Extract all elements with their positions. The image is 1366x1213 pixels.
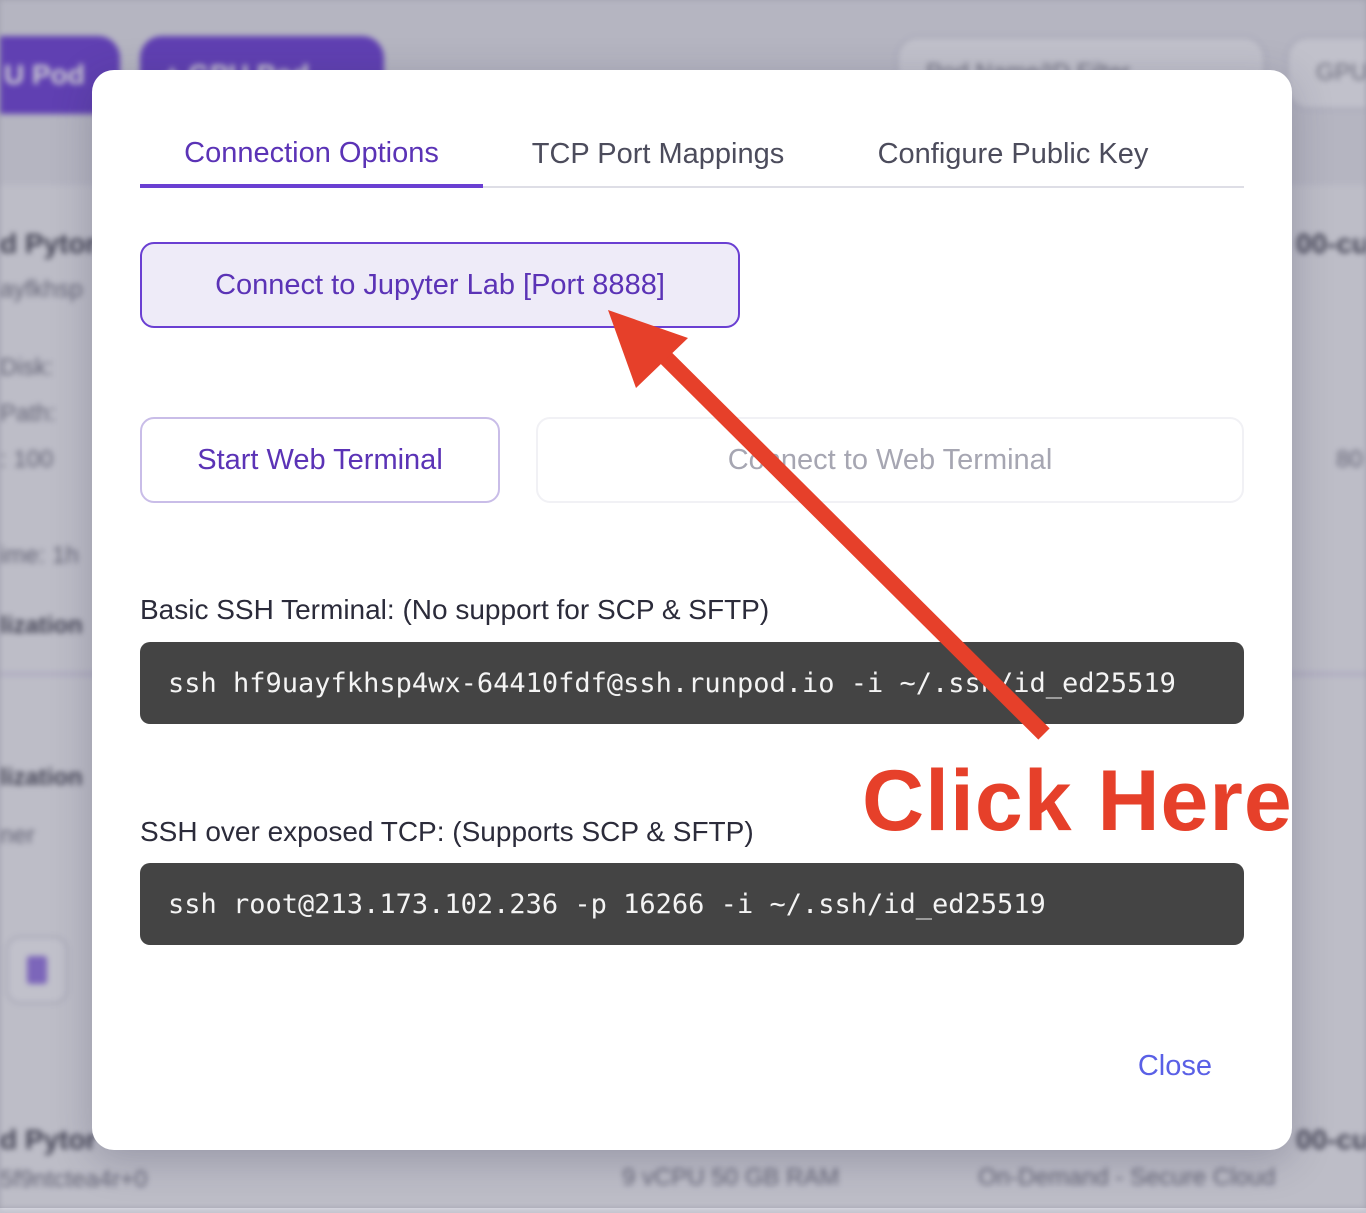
tab-configure-public-key[interactable]: Configure Public Key <box>833 122 1193 186</box>
jupyter-lab-button[interactable]: Connect to Jupyter Lab [Port 8888] <box>140 242 740 328</box>
start-web-terminal-button[interactable]: Start Web Terminal <box>140 417 500 503</box>
tcp-ssh-label: SSH over exposed TCP: (Supports SCP & SF… <box>140 816 754 847</box>
close-button[interactable]: Close <box>1138 1050 1212 1083</box>
tab-connection-options[interactable]: Connection Options <box>140 122 483 188</box>
tab-tcp-port-mappings[interactable]: TCP Port Mappings <box>483 122 833 186</box>
modal-tabs: Connection Options TCP Port Mappings Con… <box>140 122 1244 188</box>
tcp-ssh-command[interactable]: ssh root@213.173.102.236 -p 16266 -i ~/.… <box>140 863 1244 945</box>
basic-ssh-command[interactable]: ssh hf9uayfkhsp4wx-64410fdf@ssh.runpod.i… <box>140 642 1244 724</box>
connect-modal: Connection Options TCP Port Mappings Con… <box>92 70 1292 1150</box>
connect-web-terminal-button: Connect to Web Terminal <box>536 417 1244 503</box>
basic-ssh-label: Basic SSH Terminal: (No support for SCP … <box>140 594 770 625</box>
